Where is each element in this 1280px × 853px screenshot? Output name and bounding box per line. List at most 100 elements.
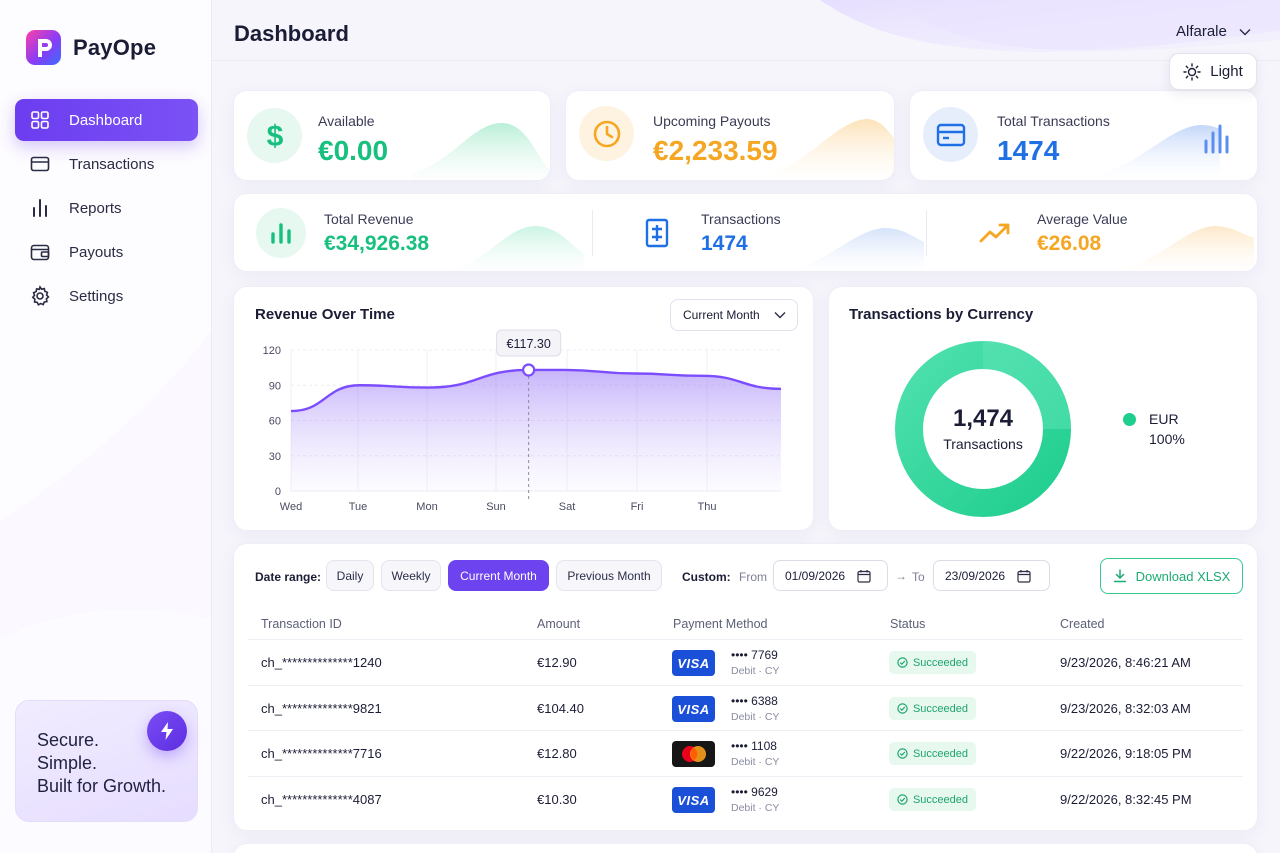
- tooltip-value: €117.30: [507, 337, 551, 351]
- created-date: 9/23/2026, 8:32:03 AM: [1060, 701, 1191, 716]
- y-tick-label: 30: [269, 451, 281, 463]
- check-circle-icon: [897, 794, 908, 805]
- download-xlsx-button[interactable]: Download XLSX: [1100, 558, 1243, 594]
- stat-value: €0.00: [318, 135, 389, 166]
- chart-title: Transactions by Currency: [849, 306, 1034, 323]
- mastercard-icon: [672, 741, 715, 767]
- chip-current-month[interactable]: Current Month: [448, 560, 549, 591]
- column-header[interactable]: Created: [1060, 617, 1104, 631]
- amount: €104.40: [537, 701, 584, 716]
- revenue-chart-card: Revenue Over Time Current Month 0 30 60 90 1…: [233, 286, 814, 531]
- dollar-icon: $: [247, 108, 302, 163]
- chip-weekly[interactable]: Weekly: [381, 560, 441, 591]
- arrow-right-icon: →: [895, 569, 907, 583]
- gear-icon: [31, 285, 50, 306]
- sidebar-item-transactions[interactable]: Transactions: [15, 143, 198, 185]
- legend-dot-eur: [1123, 413, 1136, 426]
- sidebar-item-label: Dashboard: [69, 111, 143, 129]
- sidebar-item-label: Transactions: [69, 155, 155, 173]
- stat-card-upcoming-payouts: Upcoming Payouts €2,233.59: [565, 90, 895, 181]
- card-last4: •••• 9629: [731, 785, 778, 799]
- revenue-area: [291, 369, 781, 491]
- donut-center-value: 1,474: [952, 405, 1014, 432]
- table-row[interactable]: ch_**************7716 €12.80 •••• 1108 Debi…: [248, 730, 1243, 776]
- wave-decoration: [766, 119, 894, 180]
- y-tick-label: 0: [275, 486, 281, 498]
- from-label: From: [739, 570, 767, 584]
- wallet-icon: [30, 244, 50, 261]
- bar-chart-icon: [256, 208, 306, 258]
- next-card: [233, 843, 1258, 853]
- column-header[interactable]: Payment Method: [673, 617, 768, 631]
- svg-text:$: $: [266, 121, 283, 151]
- transaction-id[interactable]: ch_**************7716: [261, 746, 382, 761]
- stat-label: Total Transactions: [997, 113, 1110, 129]
- transaction-id[interactable]: ch_**************9821: [261, 701, 382, 716]
- to-date-input[interactable]: 23/09/2026: [933, 560, 1050, 591]
- created-date: 9/23/2026, 8:46:21 AM: [1060, 655, 1191, 670]
- wave-decoration: [448, 226, 584, 271]
- highlight-point: [522, 363, 536, 377]
- theme-toggle-button[interactable]: Light: [1169, 53, 1257, 90]
- x-tick-label: Thu: [698, 501, 717, 513]
- created-date: 9/22/2026, 8:32:45 PM: [1060, 792, 1192, 807]
- clock-icon: [579, 106, 634, 161]
- stat-value: 1474: [701, 232, 748, 255]
- stat-value: €2,233.59: [653, 135, 778, 166]
- brand-name: PayOpe: [73, 34, 157, 60]
- download-icon: [1113, 569, 1126, 583]
- chip-daily[interactable]: Daily: [326, 560, 374, 591]
- column-header[interactable]: Transaction ID: [261, 617, 342, 631]
- sidebar-item-payouts[interactable]: Payouts: [15, 231, 198, 273]
- column-header[interactable]: Amount: [537, 617, 580, 631]
- wave-decoration: [412, 123, 550, 180]
- to-label: To: [912, 570, 925, 584]
- stat-value: €26.08: [1037, 232, 1102, 255]
- table-row[interactable]: ch_**************9821 €104.40 VISA •••• 638…: [248, 685, 1243, 731]
- from-date-input[interactable]: 01/09/2026: [773, 560, 888, 591]
- user-name: Alfarale: [1176, 23, 1227, 40]
- card-last4: •••• 1108: [731, 739, 777, 753]
- date-range-label: Date range:: [255, 570, 322, 584]
- stat-value: €34,926.38: [324, 232, 430, 255]
- amount: €12.90: [537, 655, 577, 670]
- user-menu[interactable]: Alfarale: [1176, 23, 1251, 40]
- stat-label: Total Revenue: [324, 211, 414, 227]
- card-last4: •••• 7769: [731, 648, 778, 662]
- from-date-value: 01/09/2026: [785, 568, 846, 583]
- brand-logo-icon: [26, 30, 61, 65]
- card-type: Debit · CY: [731, 665, 780, 677]
- table-row[interactable]: ch_**************1240 €12.90 VISA •••• 7769…: [248, 639, 1243, 685]
- bar-chart-icon: [33, 199, 47, 217]
- header-divider: [212, 60, 1280, 61]
- promo-text: Secure. Simple. Built for Growth.: [37, 729, 166, 798]
- sidebar-item-reports[interactable]: Reports: [15, 187, 198, 229]
- promo-line: Built for Growth.: [37, 776, 167, 796]
- sidebar-item-settings[interactable]: Settings: [15, 275, 198, 317]
- calendar-icon: [857, 569, 871, 583]
- sidebar-item-label: Settings: [69, 287, 124, 305]
- wave-decoration: [1118, 226, 1254, 271]
- sidebar-item-dashboard[interactable]: Dashboard: [15, 99, 198, 141]
- card-icon: [30, 156, 50, 172]
- revenue-chart[interactable]: 0 30 60 90 120 Wed Tue Mon Sun Sat Fri Thu €117.30: [234, 287, 814, 531]
- status-badge: Succeeded: [889, 697, 976, 720]
- transaction-id[interactable]: ch_**************1240: [261, 655, 382, 670]
- amount: €12.80: [537, 746, 577, 761]
- brand[interactable]: PayOpe: [26, 30, 156, 65]
- wave-decoration: [788, 228, 924, 271]
- transaction-id[interactable]: ch_**************4087: [261, 792, 382, 807]
- sidebar: PayOpe Dashboard Transactions Reports Pa…: [0, 0, 212, 853]
- column-header[interactable]: Status: [890, 617, 925, 631]
- chip-previous-month[interactable]: Previous Month: [556, 560, 662, 591]
- card-type: Debit · CY: [731, 711, 780, 723]
- chevron-down-icon: [1239, 28, 1251, 35]
- x-tick-label: Tue: [349, 501, 368, 513]
- x-tick-label: Fri: [631, 501, 644, 513]
- x-tick-label: Wed: [280, 501, 302, 513]
- download-label: Download XLSX: [1135, 568, 1231, 584]
- table-row[interactable]: ch_**************4087 €10.30 VISA •••• 9629…: [248, 776, 1243, 822]
- status-label: Succeeded: [912, 793, 969, 806]
- stat-label: Available: [318, 113, 375, 129]
- y-tick-label: 60: [269, 416, 281, 428]
